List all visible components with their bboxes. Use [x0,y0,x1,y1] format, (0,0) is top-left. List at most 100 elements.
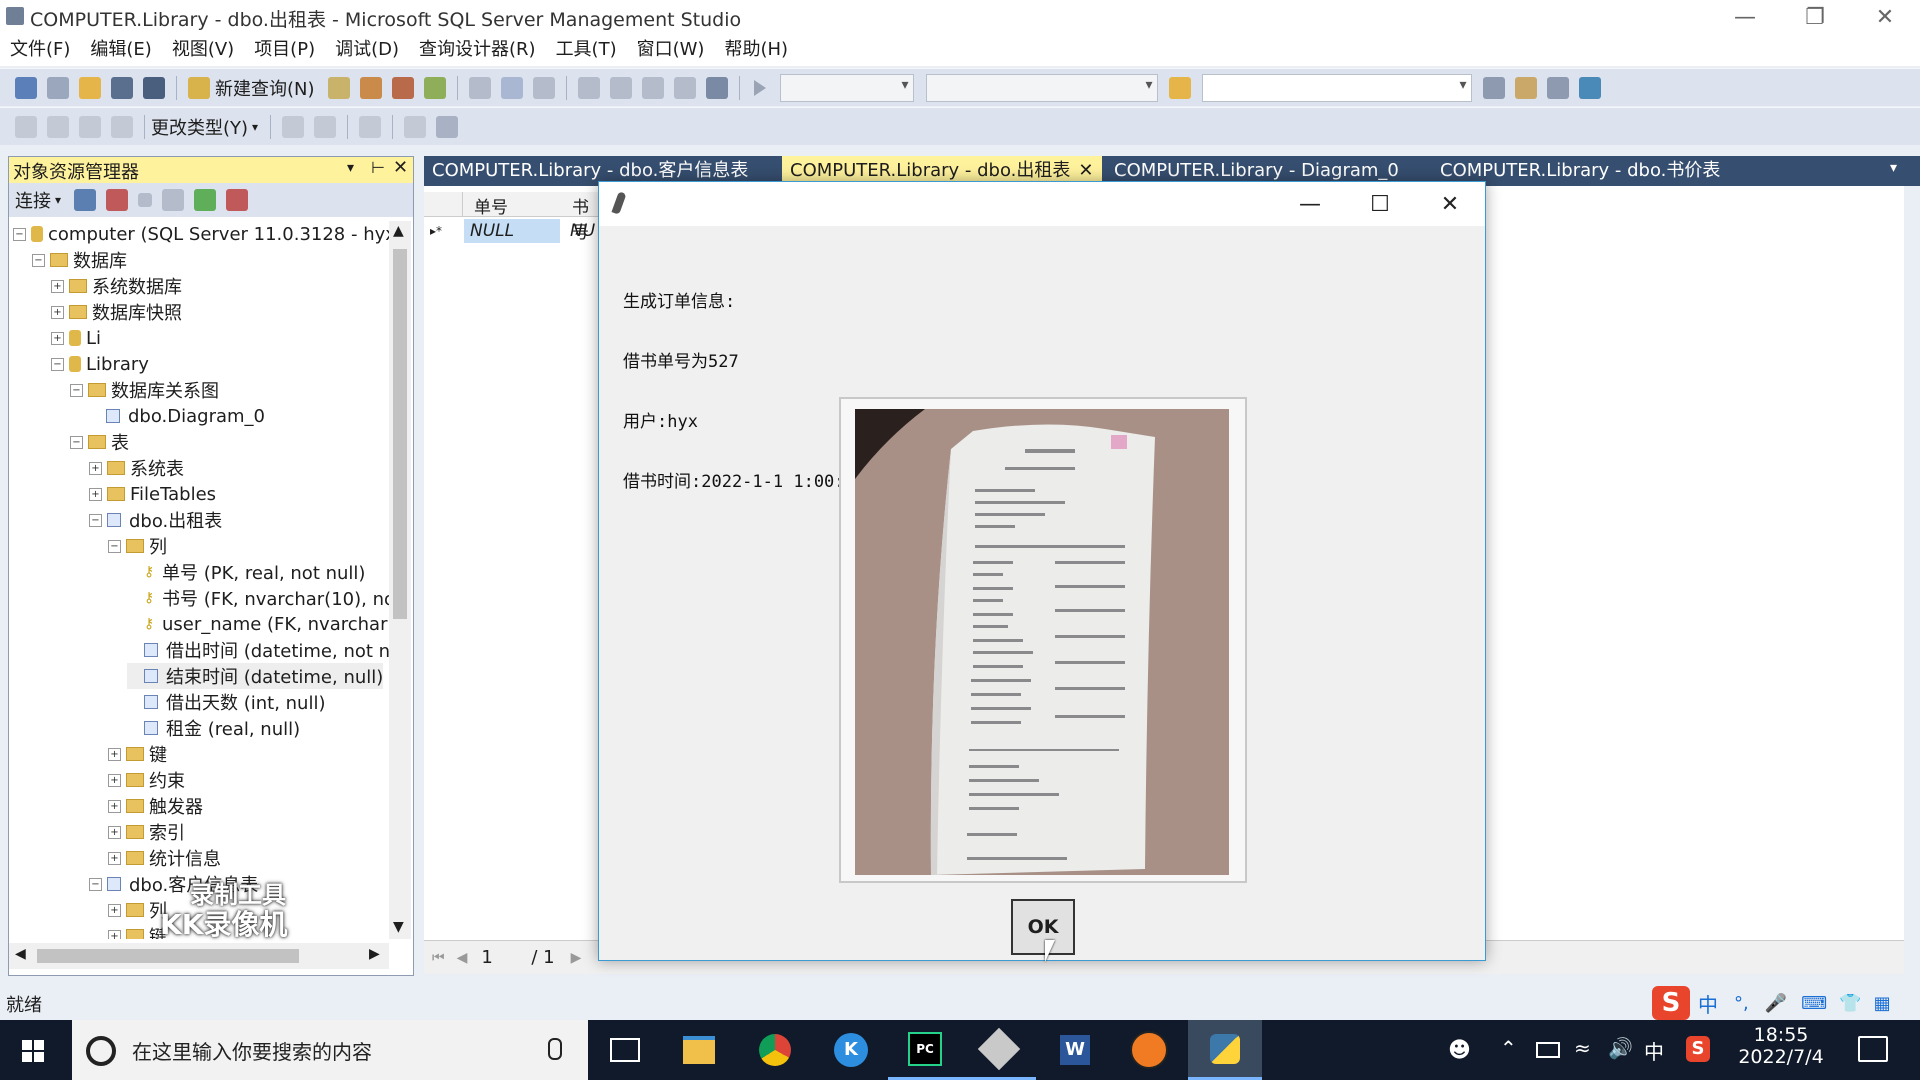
tree-node[interactable]: − 表 [70,429,129,455]
activity-monitor-icon[interactable] [226,189,249,211]
cell-order-no[interactable]: NULL [464,219,560,243]
horizontal-scrollbar[interactable]: ◀ ▶ [9,943,389,969]
skin-icon[interactable]: 👕 [1839,993,1861,1014]
expand-icon[interactable]: + [51,305,64,319]
start-debug-icon[interactable] [753,79,766,96]
find-in-files-icon[interactable] [1168,76,1191,99]
solution-config-dropdown[interactable] [779,73,914,102]
find-dropdown[interactable] [1201,73,1472,102]
paste-icon[interactable] [532,76,555,99]
restore-button[interactable]: ❐ [1780,0,1850,34]
microphone-icon[interactable] [548,1038,562,1060]
registered-servers-icon[interactable] [1482,76,1505,99]
menu-file[interactable]: 文件(F) [0,34,80,66]
scroll-up-icon[interactable]: ▲ [393,223,404,239]
menu-project[interactable]: 项目(P) [244,34,325,66]
dialog-close-button[interactable]: ✕ [1421,182,1479,226]
collapse-icon[interactable]: − [32,253,45,267]
xmla-query-icon[interactable] [423,76,446,99]
undo-icon[interactable] [577,76,600,99]
sogou-logo-icon[interactable]: S [1652,986,1690,1020]
file-explorer-icon[interactable] [662,1020,736,1080]
menu-query-designer[interactable]: 查询设计器(R) [409,34,546,66]
tree-node[interactable]: + 列 [108,897,167,923]
scroll-down-icon[interactable]: ▼ [393,919,404,935]
new-query-icon[interactable] [188,76,210,99]
clock[interactable]: 18:55 2022/7/4 [1726,1024,1836,1068]
scrollbar-thumb[interactable] [393,249,407,619]
chrome-icon[interactable] [738,1020,812,1080]
people-icon[interactable]: ☻ [1448,1038,1471,1063]
show-results-pane-icon[interactable] [111,115,133,138]
new-project-icon[interactable] [15,76,37,99]
previous-record-icon[interactable]: ◀ [457,950,468,966]
toolbox-icon[interactable] [1578,76,1601,99]
cell-book-no[interactable]: NU [564,219,598,243]
expand-icon[interactable]: + [108,773,121,787]
collapse-icon[interactable]: − [70,435,83,449]
disconnect-icon[interactable] [106,189,129,211]
tree-node[interactable]: − dbo.出租表 [89,507,222,533]
menu-debug[interactable]: 调试(D) [325,34,409,66]
tree-node[interactable]: + 系统表 [89,455,184,481]
tree-node[interactable]: dbo.Diagram_0 [89,403,265,429]
ime-chinese-mode[interactable]: 中 [1698,989,1718,1018]
stop-icon[interactable] [138,193,153,207]
tree-node[interactable]: + 统计信息 [108,845,221,871]
wifi-icon[interactable]: ≈ [1574,1036,1591,1060]
connect-button[interactable]: 连接 [15,187,51,213]
collapse-icon[interactable]: − [51,357,64,371]
dropdown-icon[interactable]: ▾ [347,160,354,176]
column-header-order-no[interactable]: 单号 [474,193,508,218]
dialog-maximize-button[interactable]: ☐ [1351,182,1409,226]
expand-icon[interactable]: + [108,851,121,865]
notification-icon[interactable] [1858,1036,1888,1062]
navigate-icon[interactable] [641,76,664,99]
tree-node[interactable]: − 数据库关系图 [70,377,219,403]
menu-tools[interactable]: 工具(T) [546,34,627,66]
open-file-icon[interactable] [79,76,101,99]
tree-node[interactable]: 借出天数 (int, null) [127,689,326,715]
expand-icon[interactable]: + [108,747,121,761]
add-item-icon[interactable] [47,76,69,99]
expand-icon[interactable]: + [51,331,64,345]
ssms-icon[interactable] [962,1020,1036,1080]
tree-node[interactable]: − 列 [108,533,167,559]
collapse-icon[interactable]: − [89,877,102,891]
volume-icon[interactable]: 🔊 [1608,1036,1633,1060]
tree-node[interactable]: + 键 [108,741,167,767]
current-page-field[interactable]: 1 [481,947,531,968]
task-view-icon[interactable] [588,1020,662,1080]
expand-icon[interactable]: + [108,825,121,839]
cut-icon[interactable] [468,76,491,99]
tree-node[interactable]: ⚷ user_name (FK, nvarchar(5 [127,611,389,637]
close-tab-icon[interactable]: ✕ [1078,160,1093,181]
mdx-query-icon[interactable] [359,76,382,99]
app-icon[interactable] [1112,1020,1186,1080]
ime-indicator[interactable]: 中 [1644,1036,1664,1065]
navigate-forward-icon[interactable] [673,76,696,99]
expand-icon[interactable]: + [108,903,121,917]
scroll-left-icon[interactable]: ◀ [15,946,26,962]
windows-start-icon[interactable] [22,1040,44,1062]
db-engine-query-icon[interactable] [327,76,350,99]
sogou-tray-icon[interactable]: S [1686,1036,1710,1062]
show-hidden-icons-icon[interactable]: ⌃ [1500,1036,1517,1060]
tree-node[interactable]: + 触发器 [108,793,203,819]
pin-icon[interactable]: ⊢ [371,158,385,177]
menu-window[interactable]: 窗口(W) [627,34,715,66]
show-sql-pane-icon[interactable] [79,115,101,138]
scroll-right-icon[interactable]: ▶ [369,946,380,962]
vertical-scrollbar[interactable]: ▲ ▼ [389,221,411,939]
close-icon[interactable]: ✕ [393,157,408,178]
tree-node[interactable]: − 数据库 [32,247,127,273]
tree-node[interactable]: 租金 (real, null) [127,715,300,741]
collapse-icon[interactable]: − [13,227,26,241]
save-all-icon[interactable] [143,76,165,99]
sort-icon[interactable] [359,115,382,138]
tree-node[interactable]: + 索引 [108,819,185,845]
screenshot-icon[interactable] [705,76,728,99]
tree-node[interactable]: ⚷ 单号 (PK, real, not null) [127,559,365,585]
tree-node[interactable]: + 键 [108,923,167,939]
first-record-icon[interactable]: ⏮ [432,950,445,966]
